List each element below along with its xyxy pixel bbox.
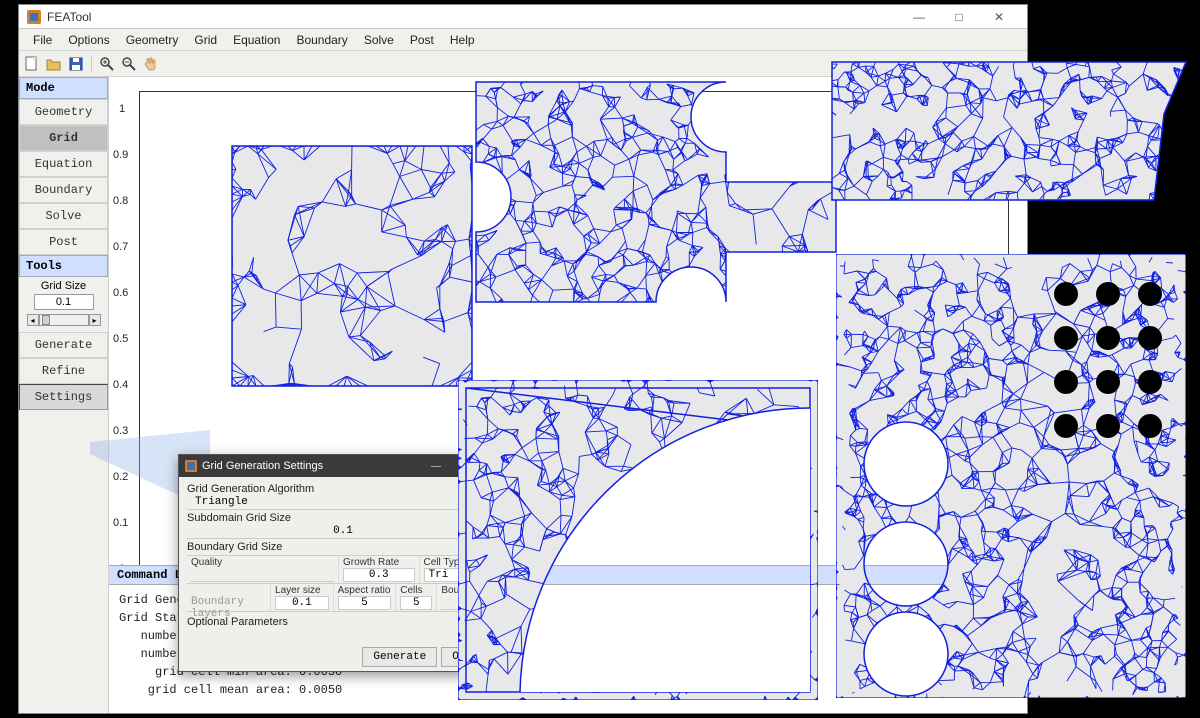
menu-post[interactable]: Post — [402, 33, 442, 47]
menu-options[interactable]: Options — [60, 33, 117, 47]
app-icon — [27, 10, 41, 24]
menu-solve[interactable]: Solve — [356, 33, 402, 47]
titlebar[interactable]: FEATool — □ ✕ — [19, 5, 1027, 29]
y-tick: 0.8 — [113, 195, 128, 207]
menu-file[interactable]: File — [25, 33, 60, 47]
gridsize-label: Grid Size — [19, 277, 108, 292]
mode-post[interactable]: Post — [19, 229, 108, 255]
cells-input[interactable]: 5 — [400, 596, 432, 610]
growth-input[interactable]: 0.3 — [343, 568, 415, 582]
y-tick: 0.2 — [113, 471, 128, 483]
refine-button[interactable]: Refine — [19, 358, 108, 384]
subdomain-value[interactable]: 0.1 — [187, 524, 499, 539]
quality-input[interactable] — [191, 568, 334, 582]
subdomain-label: Subdomain Grid Size — [187, 512, 499, 524]
lsize-input[interactable]: 0.1 — [275, 596, 329, 610]
y-tick: 0.1 — [113, 517, 128, 529]
zoom-in-icon[interactable] — [98, 55, 116, 73]
dialog-titlebar[interactable]: Grid Generation Settings — □ ✕ — [179, 455, 507, 477]
celltype-label: Cell Type — [424, 557, 496, 568]
minimize-icon[interactable]: — — [899, 5, 939, 29]
bounds-input[interactable] — [441, 596, 495, 610]
main-window: FEATool — □ ✕ File Options Geometry Grid… — [18, 4, 1028, 714]
mode-boundary[interactable]: Boundary — [19, 177, 108, 203]
open-file-icon[interactable] — [45, 55, 63, 73]
aspect-label: Aspect ratio — [338, 585, 392, 596]
grid-settings-dialog: Grid Generation Settings — □ ✕ Grid Gene… — [178, 454, 508, 672]
y-tick: 0.9 — [113, 149, 128, 161]
settings-button[interactable]: Settings — [19, 384, 108, 410]
menu-geometry[interactable]: Geometry — [118, 33, 187, 47]
aspect-input[interactable]: 5 — [338, 596, 392, 610]
dialog-maximize-icon[interactable]: □ — [449, 456, 475, 476]
dialog-close-icon[interactable]: ✕ — [475, 456, 501, 476]
celltype-select[interactable]: Tri▾ — [424, 568, 496, 582]
dialog-title: Grid Generation Settings — [202, 460, 323, 472]
y-tick: 1 — [119, 103, 125, 115]
dialog-help-button[interactable]: ? — [480, 647, 501, 667]
app-title: FEATool — [47, 10, 91, 24]
dialog-generate-button[interactable]: Generate — [362, 647, 437, 667]
boundary-label: Boundary Grid Size — [187, 541, 499, 553]
menu-equation[interactable]: Equation — [225, 33, 288, 47]
zoom-out-icon[interactable] — [120, 55, 138, 73]
menu-help[interactable]: Help — [442, 33, 483, 47]
y-tick: 0.3 — [113, 425, 128, 437]
mode-equation[interactable]: Equation — [19, 151, 108, 177]
log-line: grid cell mean area: 0.0050 — [119, 681, 1017, 699]
chevron-down-icon: ▾ — [484, 569, 491, 583]
mode-grid[interactable]: Grid — [19, 125, 108, 151]
mode-geometry[interactable]: Geometry — [19, 99, 108, 125]
save-icon[interactable] — [67, 55, 85, 73]
dialog-minimize-icon[interactable]: — — [423, 456, 449, 476]
cells-label: Cells — [400, 585, 432, 596]
menu-boundary[interactable]: Boundary — [288, 33, 355, 47]
quality-label: Quality — [191, 557, 334, 568]
tools-header: Tools — [19, 255, 108, 277]
algo-label: Grid Generation Algorithm — [187, 483, 499, 495]
slider-left-icon[interactable]: ◂ — [27, 314, 39, 326]
gridsize-slider[interactable]: ◂ ▸ — [19, 312, 108, 332]
dialog-icon — [185, 460, 197, 472]
y-tick: 0.4 — [113, 379, 128, 391]
mode-solve[interactable]: Solve — [19, 203, 108, 229]
y-tick: 0.5 — [113, 333, 128, 345]
toolbar — [19, 51, 1027, 77]
maximize-icon[interactable]: □ — [939, 5, 979, 29]
slider-right-icon[interactable]: ▸ — [89, 314, 101, 326]
blayers-input[interactable]: Boundary layers — [191, 596, 266, 610]
lsize-label: Layer size — [275, 585, 329, 596]
bounds-label: Boundaries — [441, 585, 495, 596]
gridsize-input[interactable] — [34, 294, 94, 310]
mode-header: Mode — [19, 77, 108, 99]
y-tick: 0.7 — [113, 241, 128, 253]
menu-grid[interactable]: Grid — [186, 33, 225, 47]
algo-value[interactable]: Triangle — [187, 495, 499, 510]
sidebar: Mode Geometry Grid Equation Boundary Sol… — [19, 77, 109, 713]
pan-icon[interactable] — [142, 55, 160, 73]
new-file-icon[interactable] — [23, 55, 41, 73]
growth-label: Growth Rate — [343, 557, 415, 568]
y-tick: 0.6 — [113, 287, 128, 299]
optional-label: Optional Parameters — [187, 616, 499, 628]
generate-button[interactable]: Generate — [19, 332, 108, 358]
menubar: File Options Geometry Grid Equation Boun… — [19, 29, 1027, 51]
close-icon[interactable]: ✕ — [979, 5, 1019, 29]
dialog-ok-button[interactable]: OK — [441, 647, 476, 667]
